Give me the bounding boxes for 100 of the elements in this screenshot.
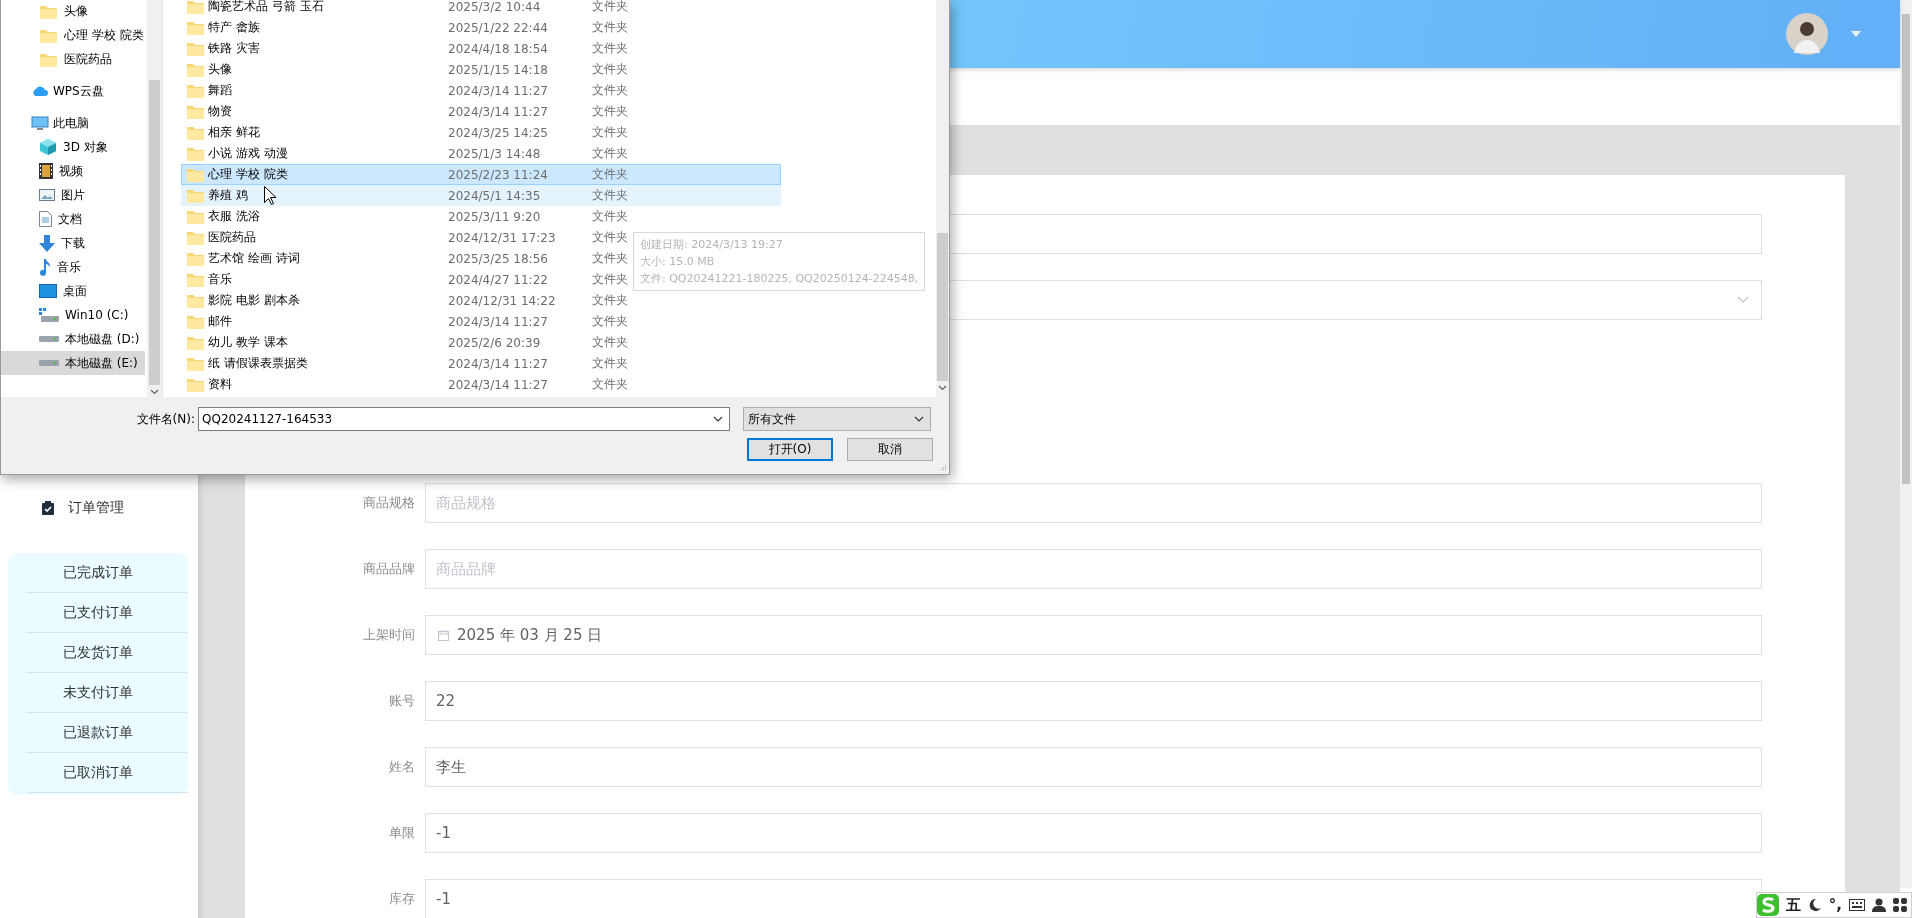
- file-date: 2024/12/31 17:23: [448, 230, 556, 245]
- scrollbar[interactable]: [936, 0, 949, 397]
- nav-item[interactable]: 音乐: [1, 255, 147, 279]
- file-name[interactable]: 幼儿 教学 课本: [208, 334, 288, 351]
- mouse-cursor-icon: [264, 186, 276, 205]
- resize-grip-icon: [939, 464, 947, 472]
- nav-item[interactable]: 文档: [1, 207, 147, 231]
- row-highlight[interactable]: 养殖 鸡 2024/5/1 14:35 文件夹: [181, 185, 781, 206]
- row-highlight[interactable]: 心理 学校 院类 2025/2/23 11:24 文件夹: [181, 164, 781, 185]
- file-name[interactable]: 头像: [208, 61, 232, 78]
- folder-icon: [186, 250, 205, 267]
- nav-item[interactable]: 本地磁盘 (E:): [1, 351, 145, 375]
- field-label: 商品品牌: [363, 561, 415, 576]
- file-type: 文件夹: [592, 61, 628, 78]
- file-name[interactable]: 邮件: [208, 313, 232, 330]
- input-field[interactable]: -1: [425, 813, 1762, 853]
- nav-item[interactable]: 本地磁盘 (D:): [1, 327, 147, 351]
- file-type: 文件夹: [592, 103, 628, 120]
- person-icon: [1872, 898, 1886, 912]
- folder-icon: [186, 103, 205, 120]
- folder-icon: [186, 208, 205, 225]
- submenu-item[interactable]: 已取消订单: [26, 753, 188, 793]
- file-date: 2025/2/23 11:24: [448, 167, 548, 182]
- folder-icon: [186, 187, 205, 204]
- nav-item[interactable]: 视频: [1, 159, 147, 183]
- filename-field[interactable]: QQ20241127-164533: [198, 407, 730, 431]
- file-name[interactable]: 陶瓷艺术品 弓箭 玉石: [208, 0, 324, 15]
- file-name[interactable]: 物资: [208, 103, 232, 120]
- file-date: 2024/3/14 11:27: [448, 377, 548, 392]
- nav-item[interactable]: Win10 (C:): [1, 303, 147, 327]
- file-name[interactable]: 资料: [208, 376, 232, 393]
- nav-item[interactable]: 此电脑: [1, 111, 147, 135]
- folder-icon: [186, 40, 205, 57]
- file-type: 文件夹: [592, 124, 628, 141]
- chevron-down-icon: [938, 385, 947, 391]
- file-type: 文件夹: [592, 208, 628, 225]
- file-date: 2025/3/2 10:44: [448, 0, 541, 14]
- drive-icon: [39, 359, 59, 367]
- file-name[interactable]: 影院 电影 剧本杀: [208, 292, 300, 309]
- nav-item[interactable]: 下载: [1, 231, 147, 255]
- submenu-item[interactable]: 已完成订单: [26, 553, 188, 593]
- input-mode-label[interactable]: 五: [1785, 895, 1801, 915]
- file-date: 2025/1/15 14:18: [448, 62, 548, 77]
- file-date: 2024/4/27 11:22: [448, 272, 548, 287]
- input-field[interactable]: 22: [425, 681, 1762, 721]
- chevron-down-icon: [150, 389, 159, 395]
- submenu-item[interactable]: 已退款订单: [26, 713, 188, 753]
- file-name[interactable]: 铁路 灾害: [208, 40, 260, 57]
- nav-item[interactable]: 头像: [1, 0, 147, 23]
- file-name[interactable]: 养殖 鸡: [208, 187, 248, 204]
- scrollbar[interactable]: [147, 0, 162, 397]
- file-date: 2025/2/6 20:39: [448, 335, 541, 350]
- file-name[interactable]: 医院药品: [208, 229, 256, 246]
- folder-icon: [186, 166, 205, 183]
- open-button[interactable]: 打开(O): [747, 438, 833, 461]
- file-name[interactable]: 小说 游戏 动漫: [208, 145, 288, 162]
- submenu-item[interactable]: 已发货订单: [26, 633, 188, 673]
- file-type: 文件夹: [592, 250, 628, 267]
- input-field[interactable]: -1: [425, 879, 1762, 918]
- chevron-down-icon: [713, 416, 723, 422]
- nav-item[interactable]: 图片: [1, 183, 147, 207]
- file-name[interactable]: 特产 畲族: [208, 19, 260, 36]
- menu-item[interactable]: 订单管理: [0, 488, 198, 528]
- field-label: 商品规格: [363, 495, 415, 510]
- file-name[interactable]: 衣服 洗浴: [208, 208, 260, 225]
- file-date: 2024/3/14 11:27: [448, 314, 548, 329]
- field-label: 上架时间: [363, 627, 415, 642]
- date-field[interactable]: 2025 年 03 月 25 日: [425, 615, 1762, 655]
- grid-icon: [1893, 898, 1907, 912]
- input-field[interactable]: 商品规格: [425, 483, 1762, 523]
- file-type: 文件夹: [592, 145, 628, 162]
- nav-item[interactable]: 医院药品: [1, 47, 147, 71]
- file-name[interactable]: 相亲 鲜花: [208, 124, 260, 141]
- nav-item[interactable]: WPS云盘: [1, 79, 147, 103]
- submenu-item[interactable]: 未支付订单: [26, 673, 188, 713]
- file-name[interactable]: 舞蹈: [208, 82, 232, 99]
- punctuation-label[interactable]: °,: [1828, 896, 1842, 914]
- nav-item[interactable]: 3D 对象: [1, 135, 147, 159]
- cancel-button[interactable]: 取消: [847, 438, 933, 461]
- moon-icon: [1807, 898, 1822, 912]
- filename-label: 文件名(N):: [135, 410, 196, 428]
- folder-icon: [186, 61, 205, 78]
- input-field[interactable]: 李生: [425, 747, 1762, 787]
- file-name[interactable]: 纸 请假课表票据类: [208, 355, 308, 372]
- input-field[interactable]: 商品品牌: [425, 549, 1762, 589]
- file-name[interactable]: 音乐: [208, 271, 232, 288]
- file-name[interactable]: 心理 学校 院类: [208, 166, 288, 183]
- scrollbar[interactable]: [1900, 0, 1912, 888]
- submenu-item[interactable]: 已支付订单: [26, 593, 188, 633]
- nav-item[interactable]: 心理 学校 院类: [1, 23, 147, 47]
- file-type-dropdown[interactable]: 所有文件: [743, 407, 931, 431]
- folder-icon: [186, 124, 205, 141]
- chevron-down-icon: [1737, 296, 1749, 304]
- file-date: 2025/3/25 18:56: [448, 251, 548, 266]
- folder-icon: [186, 145, 205, 162]
- clipboard-icon: [42, 501, 54, 515]
- folder-icon: [186, 313, 205, 330]
- folder-icon: [186, 355, 205, 372]
- file-name[interactable]: 艺术馆 绘画 诗词: [208, 250, 300, 267]
- nav-item[interactable]: 桌面: [1, 279, 147, 303]
